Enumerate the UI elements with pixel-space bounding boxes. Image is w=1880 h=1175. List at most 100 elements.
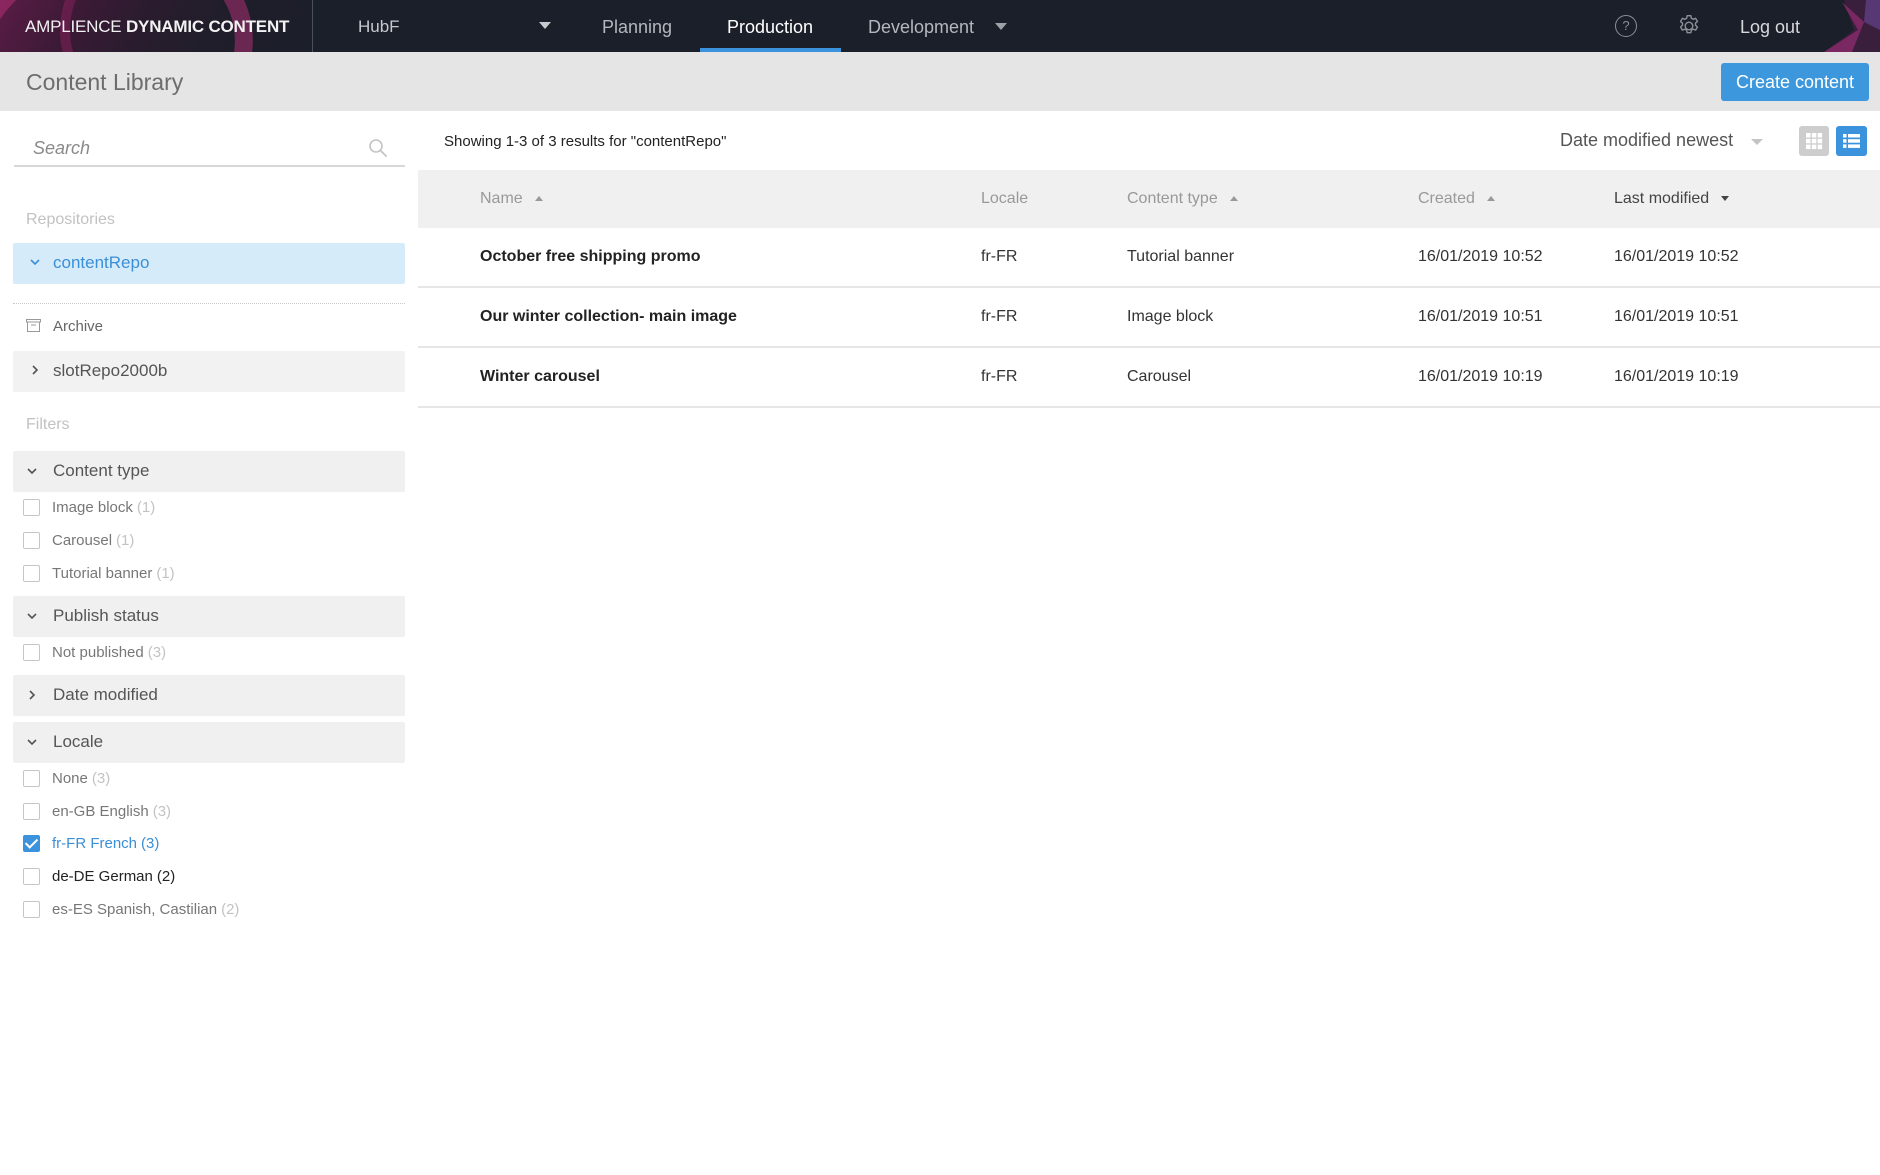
repository-name: contentRepo <box>53 253 150 272</box>
column-header-created[interactable]: Created <box>1418 190 1495 208</box>
filters-label: Filters <box>26 416 70 433</box>
chevron-right-icon <box>29 690 36 700</box>
filter-group-publish-status[interactable]: Publish status <box>13 596 405 637</box>
filter-group-title: Content type <box>53 461 150 480</box>
filter-option-label: fr-FR French (3) <box>52 835 159 852</box>
search-icon[interactable] <box>368 138 388 158</box>
filter-group-date-modified[interactable]: Date modified <box>13 675 405 716</box>
filter-option-label: es-ES Spanish, Castilian (2) <box>52 901 239 918</box>
cell-last-modified: 16/01/2019 10:19 <box>1614 368 1739 385</box>
hub-selector[interactable]: HubF <box>358 17 400 37</box>
column-header-name[interactable]: Name <box>480 190 543 208</box>
cell-last-modified: 16/01/2019 10:51 <box>1614 308 1739 325</box>
option-text: fr-FR French <box>52 835 138 852</box>
list-icon <box>1843 134 1860 148</box>
checkbox[interactable] <box>23 803 40 820</box>
create-content-button[interactable]: Create content <box>1721 63 1869 101</box>
cell-locale: fr-FR <box>981 308 1018 325</box>
checkbox[interactable] <box>23 532 40 549</box>
table-row[interactable]: October free shipping promo fr-FR Tutori… <box>418 228 1880 288</box>
repositories-label: Repositories <box>26 211 115 228</box>
search-box <box>14 131 405 167</box>
cell-created: 16/01/2019 10:52 <box>1418 248 1543 265</box>
sort-dropdown[interactable]: Date modified newest <box>1560 130 1733 151</box>
archive-box-icon <box>26 319 41 332</box>
repository-item-contentrepo[interactable]: contentRepo <box>13 243 405 284</box>
option-count: (1) <box>136 499 156 516</box>
brand-logo[interactable]: AMPLIENCE DYNAMIC CONTENT <box>0 0 312 52</box>
checkbox[interactable] <box>23 770 40 787</box>
chevron-down-icon <box>27 613 37 620</box>
top-navigation-bar: AMPLIENCE DYNAMIC CONTENT HubF Planning … <box>0 0 1880 52</box>
grid-icon <box>1806 133 1823 150</box>
option-text: es-ES Spanish, Castilian <box>52 901 218 918</box>
table-row[interactable]: Winter carousel fr-FR Carousel 16/01/201… <box>418 348 1880 408</box>
nav-tab-production[interactable]: Production <box>727 17 813 38</box>
column-header-locale[interactable]: Locale <box>981 190 1028 208</box>
filter-group-locale[interactable]: Locale <box>13 722 405 763</box>
repository-item-slotrepo2000b[interactable]: slotRepo2000b <box>13 351 405 392</box>
table-header: Name Locale Content type Created Last mo… <box>418 170 1880 228</box>
sort-dropdown-caret-icon[interactable] <box>1751 139 1763 145</box>
table-row[interactable]: Our winter collection- main image fr-FR … <box>418 288 1880 348</box>
sort-asc-icon <box>534 196 543 202</box>
filter-option-label: None (3) <box>52 770 110 787</box>
cell-name[interactable]: Our winter collection- main image <box>480 308 737 326</box>
checkbox[interactable] <box>23 901 40 918</box>
option-text: Carousel <box>52 532 113 549</box>
checkbox[interactable] <box>23 565 40 582</box>
grid-view-toggle[interactable] <box>1799 126 1829 156</box>
cell-content-type: Carousel <box>1127 368 1192 385</box>
column-label: Created <box>1418 190 1475 207</box>
sort-desc-icon <box>1721 196 1730 202</box>
sidebar: Repositories contentRepo Archive slotRep… <box>0 111 418 1175</box>
page-header: Content Library Create content <box>0 52 1880 111</box>
checkbox[interactable] <box>23 868 40 885</box>
settings-gear-icon[interactable] <box>1676 13 1702 39</box>
filter-group-title: Date modified <box>53 685 158 704</box>
decorative-corner-graphic-icon <box>1824 0 1880 52</box>
filter-group-content-type[interactable]: Content type <box>13 451 405 492</box>
checkbox-checked[interactable] <box>23 835 40 852</box>
chevron-down-icon <box>30 259 40 266</box>
hub-dropdown-caret-icon[interactable] <box>539 22 551 29</box>
search-input[interactable] <box>14 131 354 165</box>
filter-group-title: Locale <box>53 732 104 751</box>
filter-option-label: de-DE German (2) <box>52 868 175 885</box>
filter-option-label: Tutorial banner (1) <box>52 565 175 582</box>
option-count: (1) <box>116 532 135 549</box>
filter-option-label: Image block (1) <box>52 499 155 516</box>
development-dropdown-caret-icon[interactable] <box>995 23 1007 30</box>
cell-name[interactable]: October free shipping promo <box>480 248 700 266</box>
column-label: Content type <box>1127 190 1218 207</box>
sort-asc-icon <box>1486 196 1495 202</box>
repository-name: slotRepo2000b <box>53 361 168 380</box>
option-count: (3) <box>91 770 111 787</box>
option-count: (2) <box>221 901 240 918</box>
column-header-last-modified[interactable]: Last modified <box>1614 190 1730 208</box>
cell-last-modified: 16/01/2019 10:52 <box>1614 248 1739 265</box>
column-header-content-type[interactable]: Content type <box>1127 190 1238 208</box>
option-count: (1) <box>156 565 175 582</box>
help-icon[interactable]: ? <box>1615 15 1637 37</box>
checkbox[interactable] <box>23 644 40 661</box>
logout-link[interactable]: Log out <box>1740 17 1800 38</box>
filter-option-label: Carousel (1) <box>52 532 134 549</box>
column-label: Locale <box>981 190 1029 207</box>
chevron-right-icon <box>32 365 39 375</box>
nav-tab-development[interactable]: Development <box>868 17 974 38</box>
column-label: Last modified <box>1614 190 1710 207</box>
nav-tab-planning[interactable]: Planning <box>602 17 672 38</box>
cell-locale: fr-FR <box>981 368 1018 385</box>
option-text: Image block <box>52 499 133 516</box>
filter-group-title: Publish status <box>53 606 159 625</box>
brand-name-light: AMPLIENCE <box>25 17 122 36</box>
option-count: (3) <box>147 644 167 661</box>
cell-content-type: Tutorial banner <box>1127 248 1235 265</box>
archive-label: Archive <box>53 318 104 335</box>
brand-name-bold: DYNAMIC CONTENT <box>125 17 290 36</box>
list-view-toggle[interactable] <box>1836 126 1867 156</box>
cell-name[interactable]: Winter carousel <box>480 368 600 386</box>
column-label: Name <box>480 190 523 207</box>
checkbox[interactable] <box>23 499 40 516</box>
